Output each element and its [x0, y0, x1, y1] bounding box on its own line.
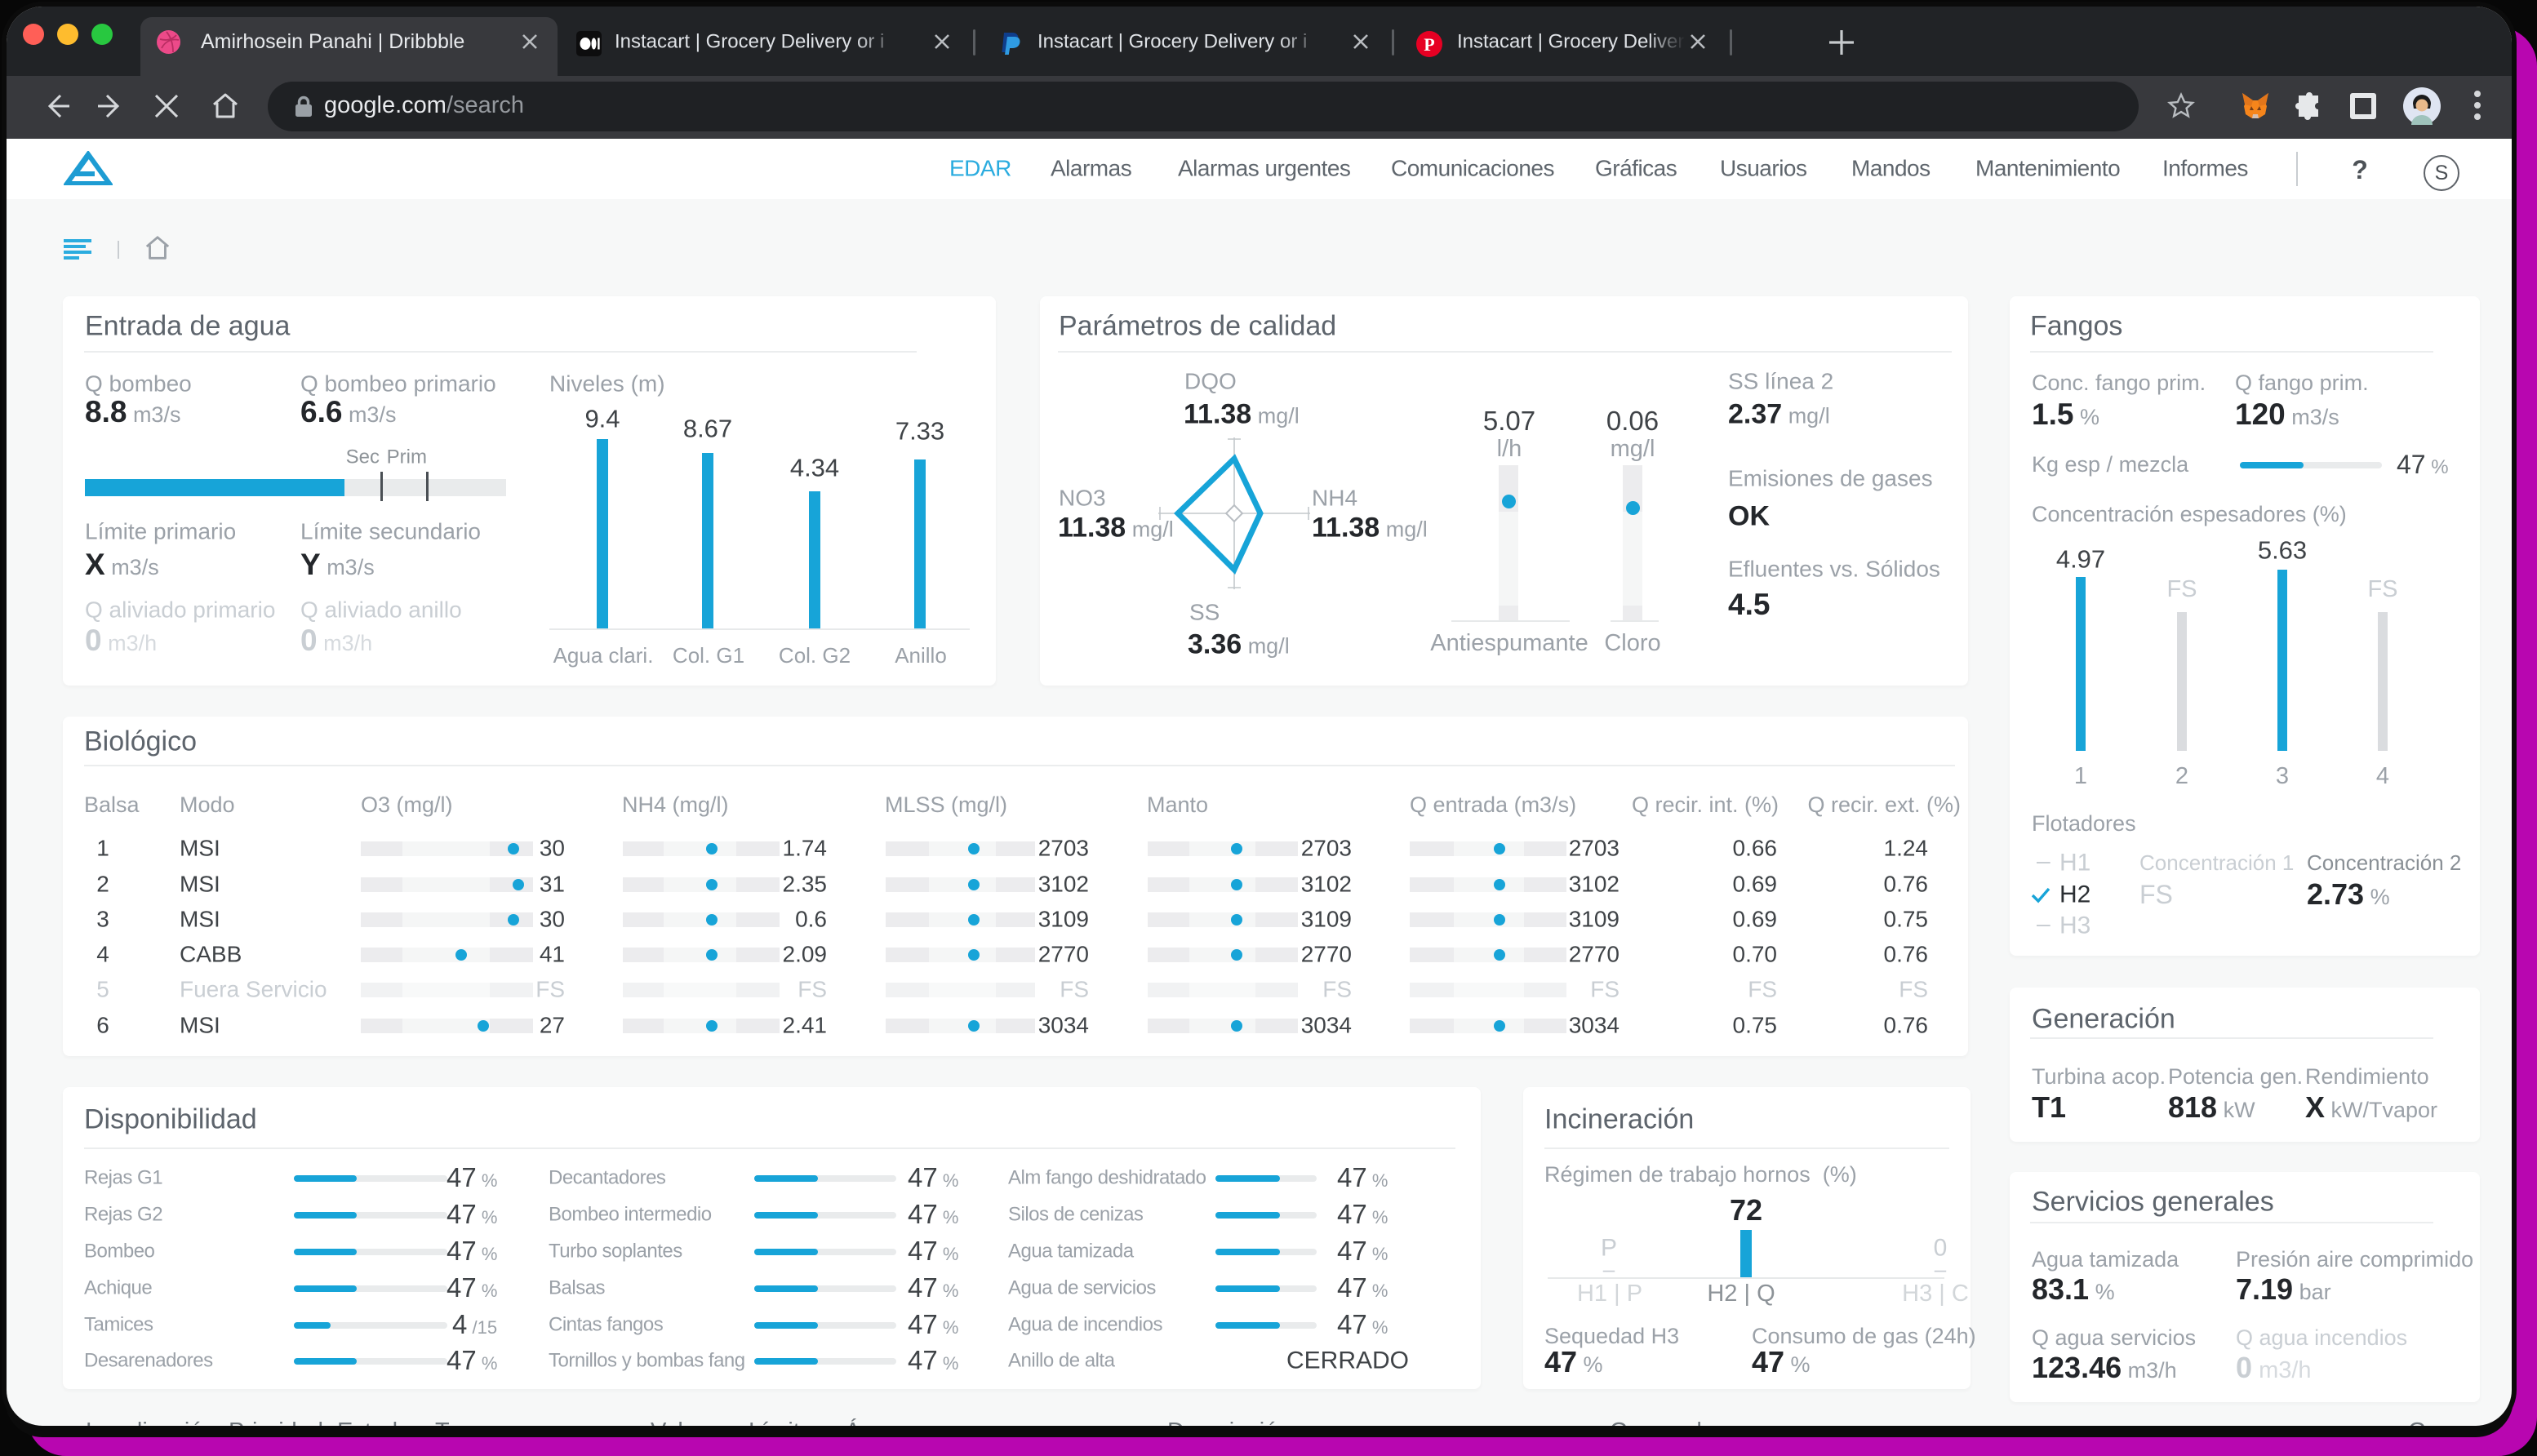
svg-text:P: P	[1424, 34, 1434, 55]
